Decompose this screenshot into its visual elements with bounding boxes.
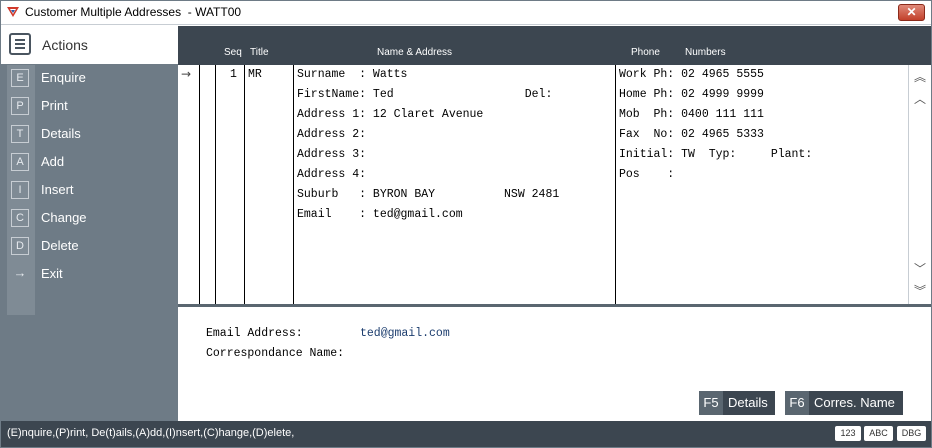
app-logo-icon bbox=[7, 7, 19, 17]
suburb-line: Suburb : BYRON BAY NSW 2481 bbox=[297, 188, 560, 201]
home-phone-line: Home Ph: 02 4999 9999 bbox=[619, 88, 764, 101]
action-details[interactable]: T Details bbox=[7, 121, 172, 149]
add-key-icon: A bbox=[11, 153, 29, 171]
column-divider bbox=[215, 65, 216, 304]
details-button-label: Details bbox=[728, 395, 768, 410]
column-header-title[interactable]: Title bbox=[250, 47, 269, 58]
alpha-mode-badge: ABC bbox=[864, 426, 893, 441]
corres-name-button-label: Corres. Name bbox=[814, 395, 895, 410]
action-label: Print bbox=[41, 98, 68, 113]
column-divider bbox=[615, 65, 616, 304]
f6-key: F6 bbox=[785, 391, 809, 415]
title-bar: Customer Multiple Addresses - WATT00 ✕ bbox=[1, 1, 931, 25]
email-address-value: ted@gmail.com bbox=[360, 327, 450, 340]
work-phone-line: Work Ph: 02 4965 5555 bbox=[619, 68, 764, 81]
exit-arrow-icon: → bbox=[13, 265, 27, 280]
actions-title: Actions bbox=[42, 37, 88, 53]
f5-key: F5 bbox=[699, 391, 723, 415]
column-divider bbox=[293, 65, 294, 304]
column-divider bbox=[199, 65, 200, 304]
action-label: Insert bbox=[41, 182, 74, 197]
action-add[interactable]: A Add bbox=[7, 149, 172, 177]
actions-header[interactable]: Actions bbox=[1, 26, 178, 64]
details-button[interactable]: F5 Details bbox=[699, 391, 775, 415]
row-title: MR bbox=[248, 68, 262, 81]
print-key-icon: P bbox=[11, 97, 29, 115]
correspondance-name-label: Correspondance Name: bbox=[206, 347, 345, 360]
email-address-label: Email Address: bbox=[206, 327, 303, 340]
menu-icon bbox=[9, 33, 31, 55]
action-enquire[interactable]: E Enquire bbox=[7, 65, 172, 93]
initial-line: Initial: TW Typ: Plant: bbox=[619, 148, 813, 161]
action-delete[interactable]: D Delete bbox=[7, 233, 172, 261]
enquire-key-icon: E bbox=[11, 69, 29, 87]
mobile-phone-line: Mob Ph: 0400 111 111 bbox=[619, 108, 764, 121]
action-exit[interactable]: → Exit bbox=[7, 261, 172, 289]
position-line: Pos : bbox=[619, 168, 675, 181]
scroll-up-icon[interactable]: ︿ bbox=[912, 91, 928, 107]
column-divider bbox=[244, 65, 245, 304]
surname-line: Surname : Watts bbox=[297, 68, 408, 81]
numeric-mode-badge: 123 bbox=[835, 426, 861, 441]
current-row-arrow-icon: → bbox=[181, 67, 192, 81]
debug-mode-badge: DBG bbox=[897, 426, 926, 441]
window-title: Customer Multiple Addresses - WATT00 bbox=[25, 5, 242, 19]
row-seq: 1 bbox=[230, 68, 237, 81]
details-key-icon: T bbox=[11, 125, 29, 143]
column-header-numbers[interactable]: Numbers bbox=[685, 47, 726, 58]
grid-header: Seq Title Name & Address Phone Numbers bbox=[178, 26, 931, 65]
action-insert[interactable]: I Insert bbox=[7, 177, 172, 205]
scroll-down-icon[interactable]: ﹀ bbox=[912, 261, 928, 277]
address1-line: Address 1: 12 Claret Avenue bbox=[297, 108, 484, 121]
column-header-phone[interactable]: Phone bbox=[631, 47, 660, 58]
scroll-bottom-icon[interactable]: ︾ bbox=[912, 283, 928, 299]
actions-menu: E Enquire P Print T Details A Add I Inse… bbox=[7, 65, 172, 289]
addresses-grid: → 1 MR Surname : Watts FirstName: Ted De… bbox=[178, 65, 908, 304]
change-key-icon: C bbox=[11, 209, 29, 227]
column-header-seq[interactable]: Seq bbox=[224, 47, 242, 58]
corres-name-button[interactable]: F6 Corres. Name bbox=[785, 391, 903, 415]
close-button[interactable]: ✕ bbox=[898, 4, 925, 21]
fax-line: Fax No: 02 4965 5333 bbox=[619, 128, 764, 141]
address2-line: Address 2: bbox=[297, 128, 367, 141]
address4-line: Address 4: bbox=[297, 168, 367, 181]
action-label: Add bbox=[41, 154, 65, 169]
action-label: Enquire bbox=[41, 70, 86, 85]
delete-key-icon: D bbox=[11, 237, 29, 255]
details-panel: Email Address: ted@gmail.com Corresponda… bbox=[178, 307, 931, 421]
action-change[interactable]: C Change bbox=[7, 205, 172, 233]
column-header-name-address[interactable]: Name & Address bbox=[377, 47, 452, 58]
main-window: Customer Multiple Addresses - WATT00 ✕ A… bbox=[0, 0, 932, 448]
scroll-top-icon[interactable]: ︽ bbox=[912, 69, 928, 85]
status-hint-text: (E)nquire,(P)rint, De(t)ails,(A)dd,(I)ns… bbox=[7, 427, 295, 439]
email-line: Email : ted@gmail.com bbox=[297, 208, 463, 221]
action-label: Delete bbox=[41, 238, 79, 253]
address3-line: Address 3: bbox=[297, 148, 367, 161]
vertical-scrollbar[interactable]: ︽ ︿ ﹀ ︾ bbox=[908, 65, 931, 304]
action-label: Exit bbox=[41, 266, 63, 281]
action-label: Change bbox=[41, 210, 87, 225]
action-print[interactable]: P Print bbox=[7, 93, 172, 121]
firstname-line: FirstName: Ted Del: bbox=[297, 88, 553, 101]
action-label: Details bbox=[41, 126, 81, 141]
insert-key-icon: I bbox=[11, 181, 29, 199]
status-bar: (E)nquire,(P)rint, De(t)ails,(A)dd,(I)ns… bbox=[1, 421, 931, 447]
actions-sidebar: Actions E Enquire P Print T Details A Ad… bbox=[1, 26, 178, 421]
